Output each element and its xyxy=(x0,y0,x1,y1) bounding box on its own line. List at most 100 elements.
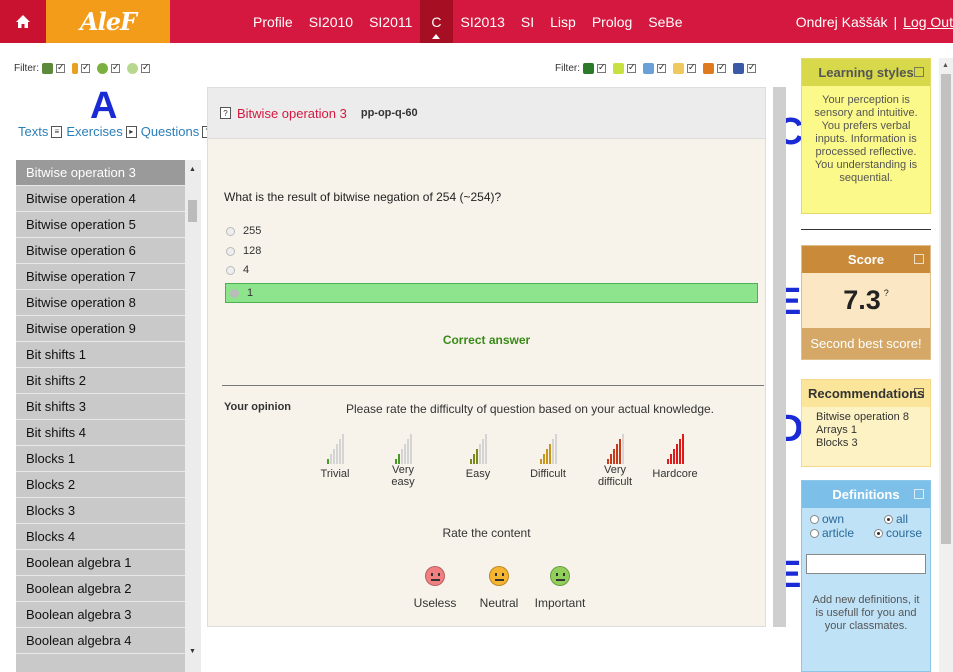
minimize-icon[interactable] xyxy=(914,388,924,398)
nav-lisp[interactable]: Lisp xyxy=(542,0,584,43)
annotation-a: A xyxy=(90,85,118,127)
difficulty-option[interactable]: Easy xyxy=(443,428,513,480)
list-item[interactable]: Blocks 1 xyxy=(16,446,201,472)
user-area: Ondrej Kaššák | Log Out xyxy=(796,0,953,43)
radio-button[interactable] xyxy=(883,515,893,524)
nav-si2011[interactable]: SI2011 xyxy=(361,0,420,43)
content-rating-option[interactable]: Neutral xyxy=(464,566,534,610)
definition-input[interactable] xyxy=(806,554,926,574)
list-item[interactable]: Bitwise operation 5 xyxy=(16,212,201,238)
answer-option-selected[interactable]: 1 xyxy=(225,283,758,303)
score-title-text: Score xyxy=(847,252,885,267)
list-item[interactable]: Bitwise operation 4 xyxy=(16,186,201,212)
ball-icon xyxy=(97,63,108,74)
filter-checkbox[interactable] xyxy=(81,62,90,73)
radio-button[interactable] xyxy=(226,246,235,256)
radio-button[interactable] xyxy=(810,529,819,538)
user-name[interactable]: Ondrej Kaššák xyxy=(796,14,888,30)
definitions-option-all-label: all xyxy=(895,512,908,526)
list-item[interactable]: Bitwise operation 3 xyxy=(16,160,201,186)
list-item[interactable]: Boolean algebra 4 xyxy=(16,628,201,654)
nav-c[interactable]: C xyxy=(420,0,453,43)
recommendation-link[interactable]: Blocks 3 xyxy=(816,437,916,450)
difficulty-option[interactable]: Hardcore xyxy=(640,428,710,480)
definitions-option-course[interactable]: course xyxy=(873,526,922,540)
definitions-option-article[interactable]: article xyxy=(810,526,854,540)
minimize-icon[interactable] xyxy=(914,67,924,77)
filter-checkbox[interactable] xyxy=(717,62,726,73)
nav-sebe[interactable]: SeBe xyxy=(640,0,690,43)
list-item[interactable]: Bitwise operation 9 xyxy=(16,316,201,342)
difficulty-bars-icon xyxy=(368,428,438,464)
filter-checkbox[interactable] xyxy=(657,62,666,73)
page-scroll-thumb[interactable] xyxy=(941,74,951,544)
filter-checkbox[interactable] xyxy=(687,62,696,73)
score-note: Second best score! xyxy=(802,328,930,359)
list-item[interactable]: Blocks 2 xyxy=(16,472,201,498)
filter-checkbox[interactable] xyxy=(141,62,150,73)
answer-option[interactable]: 4 xyxy=(226,264,249,276)
list-item[interactable]: Blocks 3 xyxy=(16,498,201,524)
logout-link[interactable]: Log Out xyxy=(903,14,953,30)
radio-button[interactable] xyxy=(810,515,819,524)
filter-checkbox[interactable] xyxy=(597,62,606,73)
scroll-down-icon[interactable]: ▼ xyxy=(189,648,196,655)
document-icon: ≡ xyxy=(51,125,63,138)
scroll-up-icon[interactable]: ▲ xyxy=(942,62,949,69)
filter-checkbox[interactable] xyxy=(111,62,120,73)
filter-checkbox[interactable] xyxy=(56,62,65,73)
filter-checkbox[interactable] xyxy=(747,62,756,73)
content-rating-option[interactable]: Useless xyxy=(400,566,470,610)
tab-exercises-label: Exercises xyxy=(66,124,123,139)
scroll-thumb[interactable] xyxy=(188,200,197,222)
list-item[interactable]: Boolean algebra 3 xyxy=(16,602,201,628)
panel-gutter xyxy=(773,87,786,627)
list-item[interactable]: Blocks 4 xyxy=(16,524,201,550)
scroll-up-icon[interactable]: ▲ xyxy=(189,166,196,173)
list-item[interactable]: Boolean algebra 2 xyxy=(16,576,201,602)
minimize-icon[interactable] xyxy=(914,489,924,499)
list-item[interactable]: Boolean algebra 1 xyxy=(16,550,201,576)
list-item[interactable]: Bitwise operation 7 xyxy=(16,264,201,290)
nav-prolog[interactable]: Prolog xyxy=(584,0,640,43)
radio-button[interactable] xyxy=(226,226,235,236)
nav-si[interactable]: SI xyxy=(513,0,542,43)
pencil-icon xyxy=(72,63,78,74)
smiley-icon xyxy=(425,566,445,586)
list-item[interactable]: Bit shifts 1 xyxy=(16,342,201,368)
radio-button[interactable] xyxy=(873,529,883,538)
list-scrollbar[interactable]: ▲ ▼ xyxy=(185,160,201,672)
difficulty-option[interactable]: Difficult xyxy=(513,428,583,480)
list-item[interactable]: Bitwise operation 8 xyxy=(16,290,201,316)
difficulty-option[interactable]: Trivial xyxy=(300,428,370,480)
list-item[interactable]: Bit shifts 2 xyxy=(16,368,201,394)
filter-checkbox[interactable] xyxy=(627,62,636,73)
definitions-option-all[interactable]: all xyxy=(883,512,908,526)
difficulty-option[interactable]: Very easy xyxy=(368,428,438,488)
app-logo[interactable]: AleF xyxy=(46,0,170,43)
answer-option[interactable]: 128 xyxy=(226,245,261,257)
list-item[interactable]: Bitwise operation 6 xyxy=(16,238,201,264)
radio-button[interactable] xyxy=(226,265,235,275)
list-item[interactable]: Bit shifts 4 xyxy=(16,420,201,446)
tab-questions[interactable]: Questions? xyxy=(141,124,214,139)
definitions-option-own[interactable]: own xyxy=(810,512,844,526)
nav-si2010[interactable]: SI2010 xyxy=(301,0,361,43)
radio-button[interactable] xyxy=(230,288,239,298)
nav-si2013[interactable]: SI2013 xyxy=(453,0,513,43)
answer-option[interactable]: 255 xyxy=(226,225,261,237)
list-item[interactable]: Bit shifts 3 xyxy=(16,394,201,420)
nav-profile[interactable]: Profile xyxy=(245,0,301,43)
tab-texts[interactable]: Texts ≡ xyxy=(18,124,63,139)
note-icon xyxy=(673,63,684,74)
page-scrollbar[interactable]: ▲ xyxy=(939,58,953,672)
recommendation-link[interactable]: Bitwise operation 8 xyxy=(816,411,916,424)
content-rating-option[interactable]: Important xyxy=(525,566,595,610)
minimize-icon[interactable] xyxy=(914,254,924,264)
home-button[interactable] xyxy=(0,0,46,43)
tab-exercises[interactable]: Exercises ▸ xyxy=(66,124,137,139)
score-help-icon[interactable]: ? xyxy=(884,288,889,298)
filter-left: Filter: xyxy=(14,62,154,74)
top-bar: AleF Profile SI2010 SI2011 C SI2013 SI L… xyxy=(0,0,953,43)
recommendation-link[interactable]: Arrays 1 xyxy=(816,424,916,437)
